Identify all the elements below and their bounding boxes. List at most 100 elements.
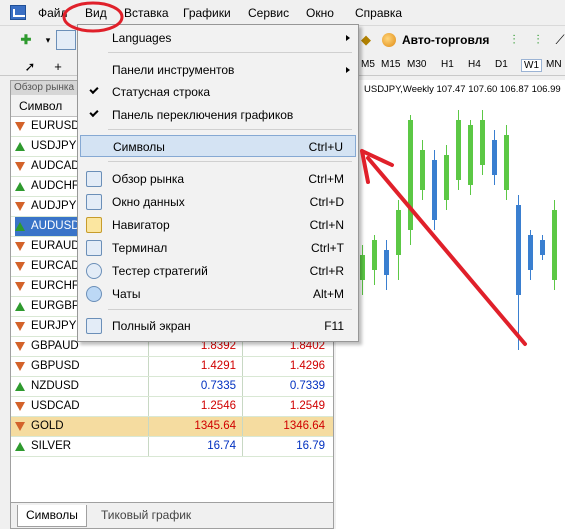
menu-separator bbox=[108, 309, 352, 310]
table-row[interactable]: GOLD 1345.64 1346.64 bbox=[11, 417, 333, 437]
view-dropdown-menu: Languages Панели инструментов Статусная … bbox=[77, 24, 359, 342]
timeframe-d1[interactable]: D1 bbox=[495, 59, 508, 70]
candlestick-chart bbox=[360, 110, 557, 350]
menu-item-chats[interactable]: Чаты Alt+M bbox=[80, 283, 356, 305]
arrow-down-icon bbox=[15, 162, 25, 171]
ask-cell: 1.4296 bbox=[289, 360, 325, 372]
checkmark-icon bbox=[89, 107, 99, 118]
dropdown-arrow-icon[interactable]: ▾ bbox=[38, 30, 58, 50]
ask-cell: 0.7339 bbox=[289, 380, 325, 392]
menu-window[interactable]: Окно bbox=[306, 6, 334, 20]
submenu-arrow-icon bbox=[346, 67, 350, 73]
terminal-icon bbox=[86, 240, 102, 256]
crosshair-icon[interactable]: + bbox=[48, 57, 68, 77]
timeframe-m30[interactable]: M30 bbox=[407, 59, 426, 70]
candle-body bbox=[480, 120, 485, 165]
timeframe-mn[interactable]: MN bbox=[546, 59, 562, 70]
candle-body bbox=[516, 205, 521, 295]
table-row[interactable]: NZDUSD 0.7335 0.7339 bbox=[11, 377, 333, 397]
menu-separator bbox=[108, 52, 352, 53]
menu-separator bbox=[108, 129, 352, 130]
menu-item-strategy-tester[interactable]: Тестер стратегий Ctrl+R bbox=[80, 260, 356, 282]
tab-tick-chart[interactable]: Тиковый график bbox=[93, 505, 199, 527]
timeframe-m5[interactable]: M5 bbox=[361, 59, 375, 70]
line-chart-icon[interactable]: ⟋ bbox=[550, 30, 565, 50]
menu-item-languages[interactable]: Languages bbox=[80, 27, 356, 49]
timeframe-m15[interactable]: M15 bbox=[381, 59, 400, 70]
app-logo-icon bbox=[10, 5, 26, 20]
menu-item-terminal[interactable]: Терминал Ctrl+T bbox=[80, 237, 356, 259]
candle-body bbox=[384, 250, 389, 275]
candle-body bbox=[372, 240, 377, 270]
market-watch-icon bbox=[86, 171, 102, 187]
checkmark-icon bbox=[89, 84, 99, 95]
bid-cell: 1.4291 bbox=[149, 357, 243, 376]
candle-body bbox=[468, 125, 473, 185]
ask-cell: 1346.64 bbox=[283, 420, 325, 432]
menu-file[interactable]: Файл bbox=[38, 6, 68, 20]
bid-cell: 16.74 bbox=[149, 437, 243, 456]
menu-tools[interactable]: Сервис bbox=[248, 6, 289, 20]
panel-tabs: Символы Тиковый график bbox=[11, 502, 333, 528]
chat-bubble-icon bbox=[86, 286, 102, 302]
symbol-cell: GBPUSD bbox=[15, 357, 149, 376]
menu-item-toolbars[interactable]: Панели инструментов bbox=[80, 59, 356, 81]
chart-area[interactable]: USDJPY,Weekly 107.47 107.60 106.87 106.9… bbox=[336, 80, 565, 529]
arrow-down-icon bbox=[15, 342, 25, 351]
profiles-icon[interactable] bbox=[56, 30, 76, 50]
timeframe-w1[interactable]: W1 bbox=[521, 59, 542, 72]
arrow-down-icon bbox=[15, 422, 25, 431]
menu-item-data-window[interactable]: Окно данных Ctrl+D bbox=[80, 191, 356, 213]
arrow-down-icon bbox=[15, 282, 25, 291]
arrow-down-icon bbox=[15, 362, 25, 371]
table-row[interactable]: GBPUSD 1.4291 1.4296 bbox=[11, 357, 333, 377]
candle-body bbox=[540, 240, 545, 255]
submenu-arrow-icon bbox=[346, 35, 350, 41]
menu-separator bbox=[108, 161, 352, 162]
tab-symbols[interactable]: Символы bbox=[17, 505, 87, 527]
menu-item-navigator[interactable]: Навигатор Ctrl+N bbox=[80, 214, 356, 236]
candle-body bbox=[408, 120, 413, 230]
arrow-up-icon bbox=[15, 222, 25, 231]
candle-body bbox=[528, 235, 533, 270]
menu-item-fullscreen[interactable]: Полный экран F11 bbox=[80, 315, 356, 337]
arrow-up-icon bbox=[15, 382, 25, 391]
table-row[interactable]: SILVER 16.74 16.79 bbox=[11, 437, 333, 457]
candle-body bbox=[492, 140, 497, 175]
symbol-cell: GOLD bbox=[15, 417, 149, 436]
menu-item-status-bar[interactable]: Статусная строка bbox=[80, 81, 356, 103]
cursor-icon[interactable]: ➚ bbox=[20, 57, 40, 77]
bid-cell: 1345.64 bbox=[149, 417, 243, 436]
menu-insert[interactable]: Вставка bbox=[124, 6, 169, 20]
menu-charts[interactable]: Графики bbox=[183, 6, 231, 20]
ask-cell: 16.79 bbox=[296, 440, 325, 452]
candle-body bbox=[360, 255, 365, 280]
timeframe-h4[interactable]: H4 bbox=[468, 59, 481, 70]
menu-item-market-watch[interactable]: Обзор рынка Ctrl+M bbox=[80, 168, 356, 190]
menu-item-symbols[interactable]: Символы Ctrl+U bbox=[80, 135, 356, 157]
timeframe-h1[interactable]: H1 bbox=[441, 59, 454, 70]
arrow-down-icon bbox=[15, 262, 25, 271]
bar-chart-icon[interactable]: ⫶ bbox=[504, 30, 524, 50]
candle-body bbox=[396, 210, 401, 255]
expert-icon[interactable]: ◆ bbox=[356, 30, 376, 50]
table-row[interactable]: USDCAD 1.2546 1.2549 bbox=[11, 397, 333, 417]
arrow-down-icon bbox=[15, 322, 25, 331]
ask-cell: 1.2549 bbox=[289, 400, 325, 412]
navigator-star-icon bbox=[86, 217, 102, 233]
arrow-down-icon bbox=[15, 122, 25, 131]
menu-help[interactable]: Справка bbox=[355, 6, 402, 20]
new-chart-icon[interactable]: ✚ bbox=[16, 30, 36, 50]
arrow-up-icon bbox=[15, 442, 25, 451]
data-window-icon bbox=[86, 194, 102, 210]
auto-trading-button[interactable]: Авто-торговля bbox=[378, 29, 493, 51]
symbol-cell: SILVER bbox=[15, 437, 149, 456]
menu-item-chart-tabs[interactable]: Панель переключения графиков bbox=[80, 104, 356, 126]
menu-bar: Файл Вид Вставка Графики Сервис Окно Спр… bbox=[0, 0, 565, 26]
symbol-cell: USDCAD bbox=[15, 397, 149, 416]
arrow-up-icon bbox=[15, 142, 25, 151]
candlestick-icon[interactable]: ⫶ bbox=[528, 30, 548, 50]
arrow-down-icon bbox=[15, 242, 25, 251]
arrow-up-icon bbox=[15, 302, 25, 311]
menu-view[interactable]: Вид bbox=[85, 6, 107, 20]
